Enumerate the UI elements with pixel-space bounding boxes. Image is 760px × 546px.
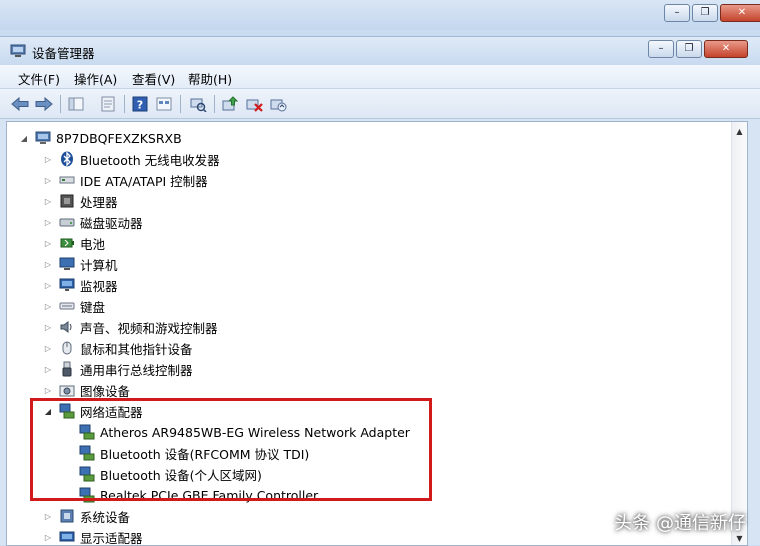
expand-arrow-icon[interactable]: ▷ — [43, 364, 53, 374]
computer-icon — [35, 130, 51, 146]
category-label: 系统设备 — [80, 507, 130, 526]
menu-view[interactable]: 查看(V) — [132, 69, 175, 88]
watermark: 头条 @通信新仔 — [614, 509, 746, 535]
category-label: 电池 — [80, 234, 105, 253]
disable-device-icon[interactable] — [244, 94, 264, 114]
scroll-up-arrow-icon[interactable]: ▲ — [734, 124, 745, 138]
monitor-icon — [59, 277, 75, 293]
toolbar-separator — [214, 95, 215, 113]
menu-help[interactable]: 帮助(H) — [188, 69, 232, 88]
toolbar-separator — [124, 95, 125, 113]
tree-category-mouse[interactable]: ▷ 鼠标和其他指针设备 — [41, 338, 193, 358]
category-label: 显示适配器 — [80, 528, 143, 546]
camera-icon — [59, 382, 75, 398]
update-driver-icon[interactable] — [220, 94, 240, 114]
svg-text:?: ? — [137, 99, 143, 112]
tree-category-display-adapters[interactable]: ▷ 显示适配器 — [41, 527, 143, 546]
close-button[interactable]: ✕ — [704, 40, 748, 58]
menu-action[interactable]: 操作(A) — [74, 69, 117, 88]
tree-category-usb[interactable]: ▷ 通用串行总线控制器 — [41, 359, 193, 379]
display-adapter-icon — [59, 529, 75, 545]
tree-category-disk-drives[interactable]: ▷ 磁盘驱动器 — [41, 212, 143, 232]
uninstall-device-icon[interactable] — [268, 94, 288, 114]
expand-arrow-icon[interactable]: ▷ — [43, 196, 53, 206]
forward-arrow-icon[interactable] — [34, 94, 54, 114]
expand-arrow-icon[interactable]: ▷ — [43, 385, 53, 395]
parent-restore-button[interactable]: ❐ — [692, 4, 718, 22]
category-label: 通用串行总线控制器 — [80, 360, 193, 379]
expand-arrow-icon[interactable]: ▷ — [43, 511, 53, 521]
tree-category-computer[interactable]: ▷ 计算机 — [41, 254, 118, 274]
scan-hardware-icon[interactable] — [188, 94, 208, 114]
back-arrow-icon[interactable] — [10, 94, 30, 114]
tree-category-keyboard[interactable]: ▷ 键盘 — [41, 296, 105, 316]
expand-arrow-icon[interactable]: ▷ — [43, 217, 53, 227]
show-hide-console-tree-icon[interactable] — [66, 94, 86, 114]
mouse-icon — [59, 340, 75, 356]
expand-arrow-icon[interactable]: ▷ — [43, 259, 53, 269]
device-manager-icon — [10, 44, 26, 58]
minimize-button[interactable]: – — [648, 40, 674, 58]
view-details-icon[interactable] — [154, 94, 174, 114]
expand-arrow-icon[interactable]: ▷ — [43, 154, 53, 164]
expand-arrow-icon[interactable]: ▷ — [43, 322, 53, 332]
keyboard-icon — [59, 298, 75, 314]
toolbar-separator — [60, 95, 61, 113]
expand-arrow-icon[interactable]: ▷ — [43, 301, 53, 311]
tree-category-monitors[interactable]: ▷ 监视器 — [41, 275, 118, 295]
tree-category-system[interactable]: ▷ 系统设备 — [41, 506, 130, 526]
category-label: 磁盘驱动器 — [80, 213, 143, 232]
computer-name: 8P7DBQFEXZKSRXB — [56, 131, 182, 146]
window-title: 设备管理器 — [32, 43, 95, 62]
parent-close-button[interactable]: ✕ — [720, 4, 760, 22]
parent-minimize-button[interactable]: – — [664, 4, 690, 22]
expand-arrow-icon[interactable]: ▷ — [43, 175, 53, 185]
tree-category-bluetooth[interactable]: ▷ Bluetooth 无线电收发器 — [41, 149, 220, 169]
menu-bar: 文件(F) 操作(A) 查看(V) 帮助(H) — [0, 65, 760, 89]
titlebar: 设备管理器 – ❐ ✕ — [0, 37, 760, 65]
vertical-scrollbar[interactable]: ▲ ▼ — [731, 122, 747, 546]
window-controls: – ❐ ✕ — [648, 40, 748, 58]
category-label: 鼠标和其他指针设备 — [80, 339, 193, 358]
computer-icon — [59, 256, 75, 272]
tree-category-sound[interactable]: ▷ 声音、视频和游戏控制器 — [41, 317, 218, 337]
bluetooth-icon — [59, 151, 75, 167]
tree-category-imaging[interactable]: ▷ 图像设备 — [41, 380, 130, 400]
expand-arrow-icon[interactable]: ▷ — [43, 532, 53, 542]
collapse-arrow-icon[interactable]: ◢ — [19, 133, 29, 143]
category-label: 处理器 — [80, 192, 118, 211]
usb-icon — [59, 361, 75, 377]
sound-icon — [59, 319, 75, 335]
menu-file[interactable]: 文件(F) — [18, 69, 60, 88]
category-label: IDE ATA/ATAPI 控制器 — [80, 171, 208, 190]
category-label: Bluetooth 无线电收发器 — [80, 150, 220, 169]
tree-category-processor[interactable]: ▷ 处理器 — [41, 191, 118, 211]
ide-controller-icon — [59, 172, 75, 188]
red-highlight-annotation — [30, 398, 432, 501]
maximize-button[interactable]: ❐ — [676, 40, 702, 58]
parent-window-titlebar: – ❐ ✕ — [0, 0, 760, 30]
parent-window-controls: – ❐ ✕ — [664, 4, 760, 22]
category-label: 键盘 — [80, 297, 105, 316]
expand-arrow-icon[interactable]: ▷ — [43, 343, 53, 353]
category-label: 图像设备 — [80, 381, 130, 400]
tree-category-battery[interactable]: ▷ 电池 — [41, 233, 105, 253]
expand-arrow-icon[interactable]: ▷ — [43, 280, 53, 290]
tree-root-node[interactable]: ◢ 8P7DBQFEXZKSRXB — [17, 128, 182, 148]
processor-icon — [59, 193, 75, 209]
category-label: 监视器 — [80, 276, 118, 295]
tree-category-ide[interactable]: ▷ IDE ATA/ATAPI 控制器 — [41, 170, 208, 190]
system-icon — [59, 508, 75, 524]
toolbar-separator — [180, 95, 181, 113]
help-icon[interactable]: ? — [130, 94, 150, 114]
disk-drive-icon — [59, 214, 75, 230]
battery-icon — [59, 235, 75, 251]
expand-arrow-icon[interactable]: ▷ — [43, 238, 53, 248]
category-label: 计算机 — [80, 255, 118, 274]
properties-sheet-icon[interactable] — [98, 94, 118, 114]
toolbar: ? — [0, 89, 760, 119]
category-label: 声音、视频和游戏控制器 — [80, 318, 218, 337]
